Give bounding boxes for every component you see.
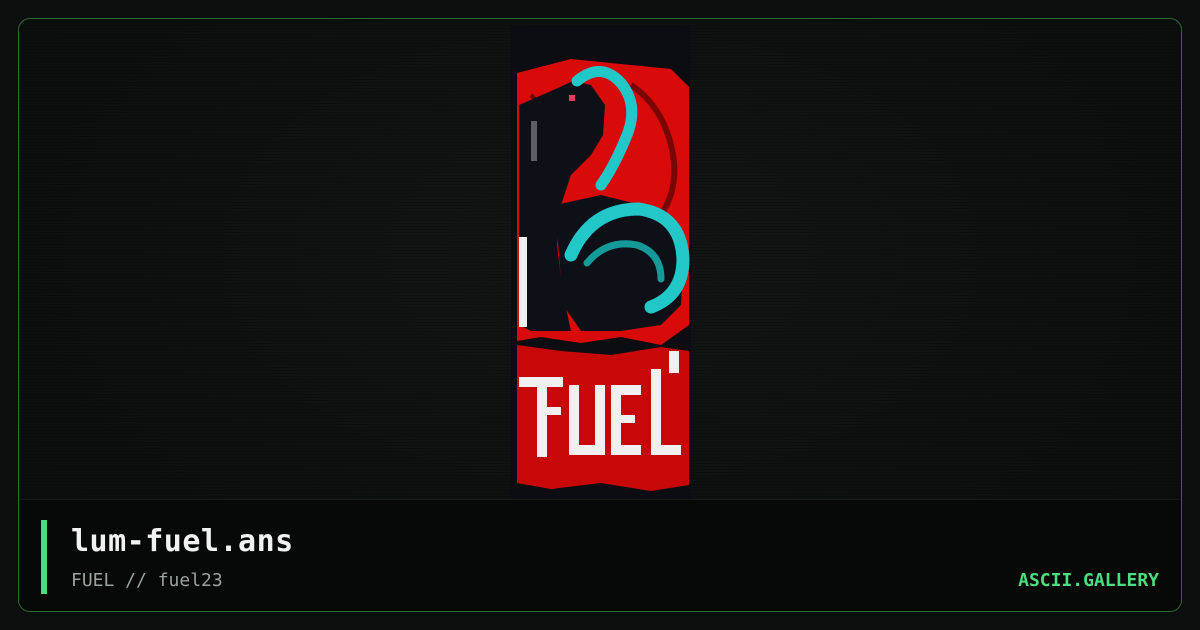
preview-card: lum-fuel.ans FUEL // fuel23 ASCII.GALLER… [18,18,1182,612]
file-title: lum-fuel.ans [71,524,294,559]
card-footer: lum-fuel.ans FUEL // fuel23 ASCII.GALLER… [19,499,1181,611]
file-meta: FUEL // fuel23 [71,570,223,591]
accent-bar [41,520,47,594]
ansi-artwork-thumbnail[interactable] [511,25,691,501]
artwork-image [511,25,691,501]
site-brand[interactable]: ASCII.GALLERY [1018,570,1159,591]
